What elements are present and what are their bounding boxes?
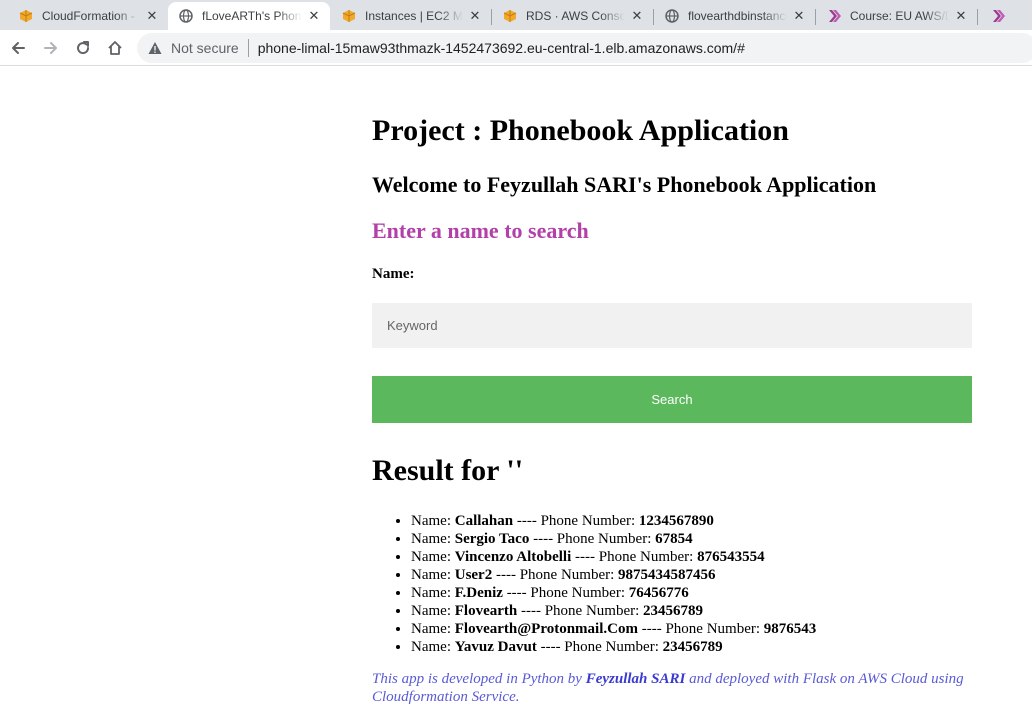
tab-title: Course: EU AWS/D (850, 9, 949, 23)
contact-phone: 9875434587456 (618, 567, 716, 583)
tab-title: RDS · AWS Console (526, 9, 625, 23)
close-icon[interactable]: ✕ (791, 8, 807, 24)
globe-icon (664, 8, 680, 24)
keyword-input[interactable] (372, 303, 972, 348)
welcome-heading: Welcome to Feyzullah SARI's Phonebook Ap… (372, 172, 877, 197)
contact-phone: 76456776 (628, 585, 689, 601)
list-item: Name: F.Deniz ---- Phone Number: 7645677… (411, 584, 1011, 602)
tab-title: fLoveARTh's Phonebook (202, 9, 302, 23)
course-icon (990, 8, 1006, 24)
tab-db-instance[interactable]: flovearthdbinstance ✕ (654, 2, 816, 30)
close-icon[interactable]: ✕ (467, 8, 483, 24)
tab-partial[interactable] (980, 2, 1032, 30)
url-text[interactable]: phone-limal-15maw93thmazk-1452473692.eu-… (258, 40, 745, 56)
search-button[interactable]: Search (372, 376, 972, 423)
address-bar[interactable]: Not secure phone-limal-15maw93thmazk-145… (137, 33, 1032, 63)
close-icon[interactable]: ✕ (306, 8, 322, 24)
aws-icon (502, 8, 518, 24)
list-item: Name: Yavuz Davut ---- Phone Number: 234… (411, 638, 1011, 656)
reload-icon (77, 41, 90, 55)
forward-button[interactable] (39, 36, 63, 60)
result-heading: Result for '' (372, 454, 524, 487)
page-title: Project : Phonebook Application (372, 114, 789, 147)
name-label: Name: (372, 266, 415, 282)
tab-phonebook[interactable]: fLoveARTh's Phonebook ✕ (168, 2, 330, 30)
contact-name: Sergio Taco (454, 531, 530, 547)
contact-phone: 23456789 (643, 603, 704, 619)
tab-title: flovearthdbinstance (688, 9, 787, 23)
contact-phone: 67854 (655, 531, 693, 547)
warning-icon[interactable] (147, 40, 163, 56)
contact-phone: 9876543 (763, 621, 817, 637)
list-item: Name: Vincenzo Altobelli ---- Phone Numb… (411, 548, 1011, 566)
footer-note: This app is developed in Python by Feyzu… (372, 671, 964, 705)
close-icon[interactable]: ✕ (144, 8, 160, 24)
forward-arrow-icon (44, 42, 57, 54)
contact-name: User2 (454, 567, 493, 583)
back-arrow-icon (12, 42, 25, 54)
search-heading: Enter a name to search (372, 218, 589, 243)
tab-cloudformation[interactable]: CloudFormation - ✕ (8, 2, 169, 30)
home-icon (108, 41, 122, 55)
course-icon (826, 8, 842, 24)
reload-button[interactable] (71, 36, 95, 60)
tab-rds-console[interactable]: RDS · AWS Console ✕ (492, 2, 654, 30)
contact-phone: 1234567890 (638, 513, 714, 529)
list-item: Name: User2 ---- Phone Number: 987543458… (411, 566, 1011, 584)
list-item: Name: Callahan ---- Phone Number: 123456… (411, 512, 1011, 530)
tab-ec2-instances[interactable]: Instances | EC2 Ma ✕ (331, 2, 492, 30)
list-item: Name: Flovearth ---- Phone Number: 23456… (411, 602, 1011, 620)
close-icon[interactable]: ✕ (953, 8, 969, 24)
aws-icon (18, 8, 34, 24)
tab-separator (977, 9, 978, 25)
contact-phone: 876543554 (697, 549, 765, 565)
tab-title: CloudFormation - (42, 9, 135, 23)
back-button[interactable] (6, 36, 30, 60)
close-icon[interactable]: ✕ (629, 8, 645, 24)
contact-name: Vincenzo Altobelli (454, 549, 572, 565)
aws-icon (341, 8, 357, 24)
contact-name: Flovearth (454, 603, 518, 619)
list-item: Name: Sergio Taco ---- Phone Number: 678… (411, 530, 1011, 548)
browser-toolbar: Not secure phone-limal-15maw93thmazk-145… (0, 30, 1032, 66)
contact-name: Yavuz Davut (454, 639, 537, 655)
footer-author: Feyzullah SARI (585, 671, 686, 687)
tab-strip: CloudFormation - ✕ fLoveARTh's Phonebook… (0, 0, 1032, 30)
contact-name: Flovearth@Protonmail.Com (454, 621, 638, 637)
results-list: Name: Callahan ---- Phone Number: 123456… (372, 512, 1011, 656)
contact-phone: 23456789 (662, 639, 723, 655)
address-divider (247, 39, 249, 57)
list-item: Name: Flovearth@Protonmail.Com ---- Phon… (411, 620, 1011, 638)
globe-icon (178, 8, 194, 24)
tab-course[interactable]: Course: EU AWS/D ✕ (816, 2, 978, 30)
security-label[interactable]: Not secure (171, 40, 239, 56)
tab-title: Instances | EC2 Ma (365, 9, 463, 23)
contact-name: Callahan (454, 513, 514, 529)
home-button[interactable] (103, 36, 127, 60)
contact-name: F.Deniz (454, 585, 503, 601)
